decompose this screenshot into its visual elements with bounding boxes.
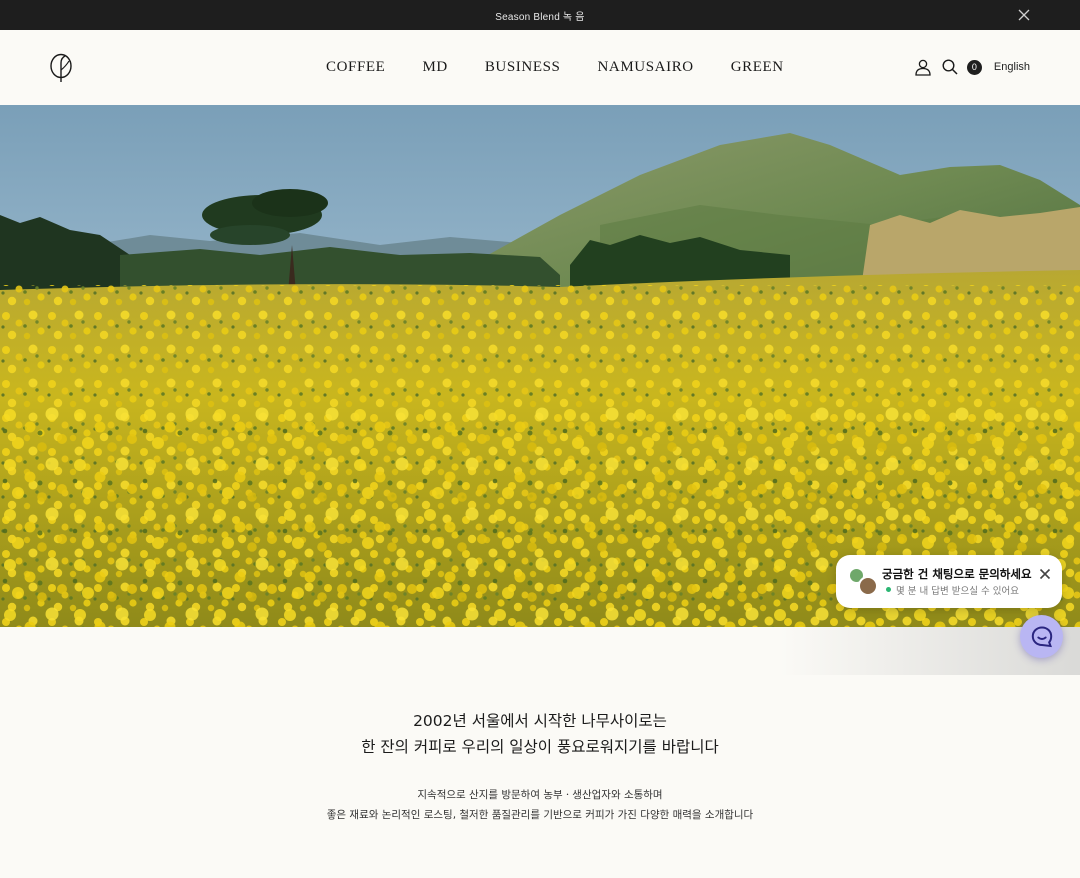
nav-item-namusairo[interactable]: NAMUSAIRO — [597, 58, 693, 76]
close-icon[interactable] — [1018, 9, 1030, 21]
nav-item-business[interactable]: BUSINESS — [485, 58, 561, 76]
intro-body-line-1: 지속적으로 산지를 방문하여 농부ㆍ생산업자와 소통하며 — [417, 789, 663, 801]
avatar — [858, 576, 878, 596]
main-nav: COFFEE MD BUSINESS NAMUSAIRO GREEN — [326, 58, 784, 76]
announcement-text[interactable]: Season Blend 녹 음 — [495, 8, 584, 23]
intro-body: 지속적으로 산지를 방문하여 농부ㆍ생산업자와 소통하며 좋은 재료와 논리적인… — [0, 785, 1080, 825]
intro-headline-line-2: 한 잔의 커피로 우리의 일상이 풍요로워지기를 바랍니다 — [361, 738, 719, 756]
user-icon[interactable] — [914, 58, 932, 76]
nav-item-md[interactable]: MD — [422, 58, 447, 76]
chat-subtitle: 몇 분 내 답변 받으실 수 있어요 — [896, 586, 1019, 597]
leaf-logo-icon[interactable] — [48, 53, 74, 83]
chat-title: 궁금한 건 채팅으로 문의하세요 — [882, 567, 1032, 581]
online-status-dot — [886, 587, 891, 592]
utility-menu: 0 English — [906, 58, 1030, 76]
search-icon[interactable] — [941, 58, 959, 76]
language-switch[interactable]: English — [994, 61, 1030, 73]
close-icon[interactable] — [1038, 567, 1052, 581]
chat-popup[interactable]: 궁금한 건 채팅으로 문의하세요 몇 분 내 답변 받으실 수 있어요 — [836, 555, 1062, 608]
site-header: COFFEE MD BUSINESS NAMUSAIRO GREEN 0 Eng… — [0, 30, 1080, 105]
hero-image — [0, 105, 1080, 627]
cart-count-badge[interactable]: 0 — [966, 59, 982, 75]
nav-item-coffee[interactable]: COFFEE — [326, 58, 385, 76]
intro-headline-line-1: 2002년 서울에서 시작한 나무사이로는 — [413, 712, 667, 730]
chat-launcher-button[interactable] — [1020, 615, 1063, 658]
announcement-bar: Season Blend 녹 음 — [0, 0, 1080, 30]
intro-section: 2002년 서울에서 시작한 나무사이로는 한 잔의 커피로 우리의 일상이 풍… — [0, 708, 1080, 825]
chat-bubble-icon — [1031, 625, 1052, 647]
nav-item-green[interactable]: GREEN — [731, 58, 784, 76]
rapeseed-field-photo — [0, 105, 1080, 627]
intro-body-line-2: 좋은 재료와 논리적인 로스팅, 철저한 품질관리를 기반으로 커피가 가진 다… — [326, 809, 754, 821]
